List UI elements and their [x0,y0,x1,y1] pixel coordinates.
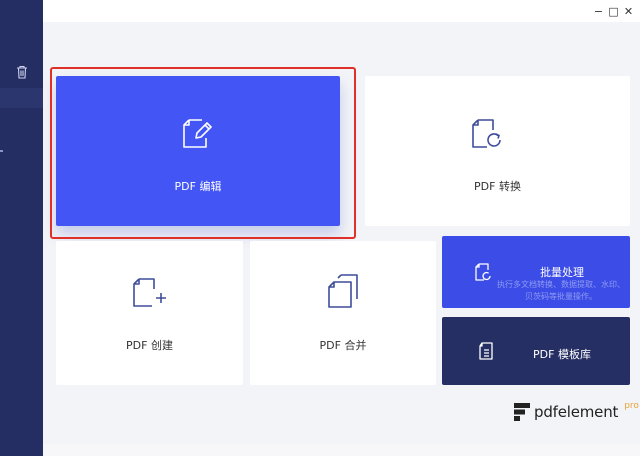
brand-suffix: pro [624,401,639,411]
minimize-button[interactable]: − [591,2,606,20]
convert-document-icon [472,119,501,148]
convert-pdf-card[interactable]: PDF 转换 [365,76,630,226]
convert-pdf-label: PDF 转换 [474,180,521,193]
template-library-icon [479,342,493,360]
sidebar-active-item[interactable] [0,88,43,108]
template-library-title: PDF 模板库 [533,348,591,361]
create-pdf-label: PDF 创建 [126,339,173,352]
bottom-strip [43,444,640,456]
trash-icon [16,65,27,79]
trash-button[interactable] [0,59,43,85]
brand-logo: pdfelement pro [514,401,639,421]
merge-pdf-card[interactable]: PDF 合并 [250,241,436,385]
batch-process-card[interactable]: 批量处理 执行多文档转换、数据提取、水印、贝茨码等批量操作。 [442,236,630,308]
pdfelement-logo-icon [514,403,530,421]
template-library-card[interactable]: PDF 模板库 [442,317,630,385]
maximize-button[interactable]: □ [606,2,621,20]
create-pdf-card[interactable]: PDF 创建 [56,241,243,385]
batch-process-description: 执行多文档转换、数据提取、水印、贝茨码等批量操作。 [497,280,625,301]
edit-pdf-label: PDF 编辑 [174,180,222,193]
title-bar: − □ ✕ [43,0,640,22]
merge-documents-icon [328,274,358,308]
close-button[interactable]: ✕ [621,2,636,20]
edit-document-icon [183,119,212,148]
brand-name: pdfelement [534,403,619,421]
sidebar-marker [0,150,3,152]
batch-process-icon [475,263,491,281]
edit-pdf-card[interactable]: PDF 编辑 [56,76,340,226]
batch-process-title: 批量处理 [540,266,584,279]
merge-pdf-label: PDF 合并 [319,339,367,352]
create-document-icon [133,278,166,307]
sidebar [0,0,43,456]
right-edge [630,22,640,444]
